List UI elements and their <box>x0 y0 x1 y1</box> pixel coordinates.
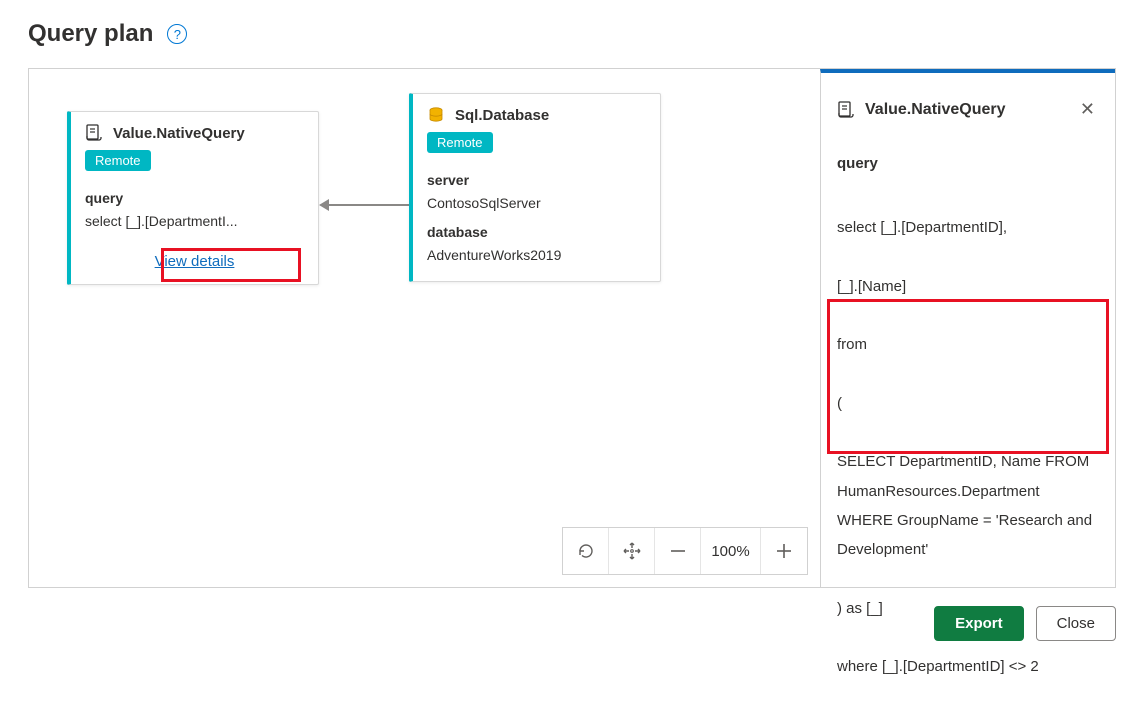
node-title: Value.NativeQuery <box>113 125 245 142</box>
node-title: Sql.Database <box>455 107 549 124</box>
help-icon[interactable]: ? <box>167 24 187 44</box>
query-line: ( <box>837 389 1099 418</box>
node-header: Value.NativeQuery <box>71 112 318 150</box>
details-header: Value.NativeQuery ✕ <box>837 91 1099 128</box>
node-sql-database[interactable]: Sql.Database Remote server ContosoSqlSer… <box>409 93 661 282</box>
dialog-header: Query plan ? <box>28 20 1116 48</box>
details-query-text: select [_].[DepartmentID], [_].[Name] fr… <box>837 184 1099 711</box>
query-preview: select [_].[DepartmentI... <box>85 210 304 233</box>
query-line: [_].[Name] <box>837 272 1099 301</box>
query-line: select [_].[DepartmentID], <box>837 213 1099 242</box>
page-title: Query plan <box>28 20 153 48</box>
node-value-nativequery[interactable]: Value.NativeQuery Remote query select [_… <box>67 111 319 285</box>
connector-line <box>327 204 409 206</box>
zoom-out-button[interactable] <box>655 528 701 574</box>
query-label: query <box>85 187 304 210</box>
zoom-toolbar: 100% <box>562 527 808 575</box>
details-panel: Value.NativeQuery ✕ query select [_].[De… <box>820 69 1115 587</box>
workspace: Value.NativeQuery Remote query select [_… <box>28 68 1116 588</box>
database-value: AdventureWorks2019 <box>427 244 646 267</box>
node-body: server ContosoSqlServer database Adventu… <box>413 169 660 281</box>
details-title: Value.NativeQuery <box>865 95 1006 125</box>
remote-badge: Remote <box>85 150 151 171</box>
node-body: query select [_].[DepartmentI... <box>71 187 318 247</box>
reset-view-button[interactable] <box>563 528 609 574</box>
connector-arrowhead <box>319 199 329 211</box>
script-icon <box>837 101 855 119</box>
query-line: from <box>837 330 1099 359</box>
server-label: server <box>427 169 646 192</box>
view-details-link[interactable]: View details <box>155 253 235 270</box>
zoom-in-button[interactable] <box>761 528 807 574</box>
node-header: Sql.Database <box>413 94 660 132</box>
fit-view-button[interactable] <box>609 528 655 574</box>
script-icon <box>85 124 103 142</box>
close-details-button[interactable]: ✕ <box>1076 91 1099 128</box>
remote-badge: Remote <box>427 132 493 153</box>
query-line: SELECT DepartmentID, Name FROM HumanReso… <box>837 447 1099 564</box>
query-line: ) as [_] <box>837 594 1099 623</box>
server-value: ContosoSqlServer <box>427 192 646 215</box>
database-icon <box>427 106 445 124</box>
query-plan-canvas[interactable]: Value.NativeQuery Remote query select [_… <box>29 69 820 587</box>
zoom-level: 100% <box>701 528 761 574</box>
details-query-label: query <box>837 150 1099 178</box>
database-label: database <box>427 221 646 244</box>
query-line: where [_].[DepartmentID] <> 2 <box>837 652 1099 681</box>
